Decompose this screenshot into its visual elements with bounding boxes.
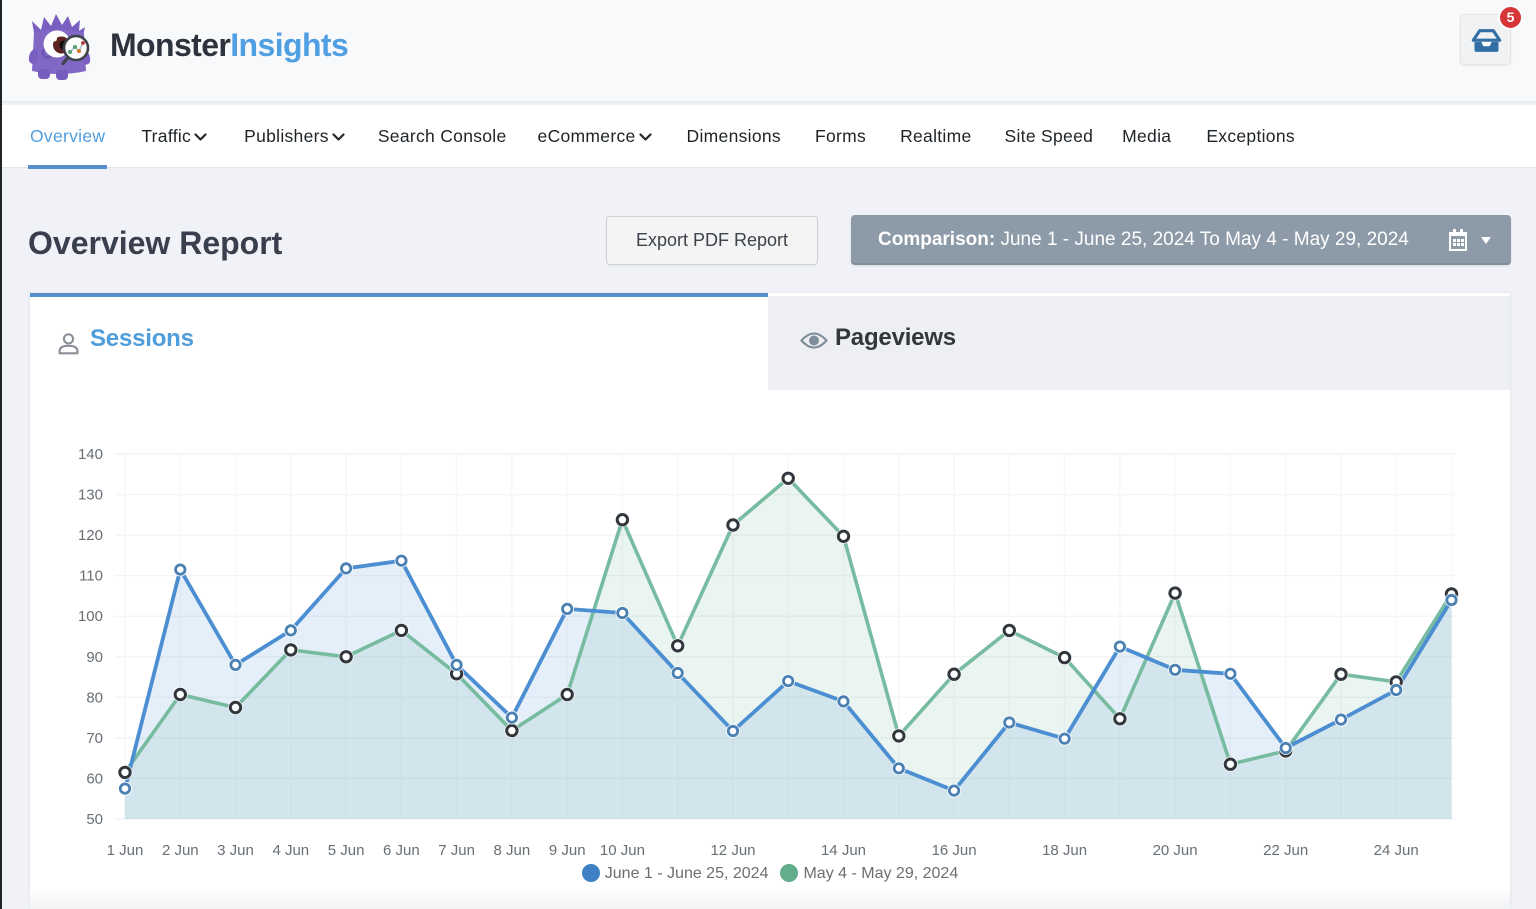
svg-text:2 Jun: 2 Jun — [162, 842, 199, 859]
svg-text:60: 60 — [86, 770, 103, 787]
svg-text:16 Jun: 16 Jun — [932, 842, 977, 859]
svg-text:3 Jun: 3 Jun — [217, 842, 254, 859]
svg-text:20 Jun: 20 Jun — [1153, 842, 1198, 859]
svg-text:22 Jun: 22 Jun — [1263, 842, 1308, 859]
svg-text:80: 80 — [86, 689, 103, 706]
svg-text:18 Jun: 18 Jun — [1042, 842, 1087, 859]
svg-text:7 Jun: 7 Jun — [438, 842, 475, 859]
svg-text:100: 100 — [78, 608, 103, 625]
svg-text:6 Jun: 6 Jun — [383, 842, 420, 859]
svg-text:50: 50 — [86, 811, 103, 828]
svg-text:70: 70 — [86, 730, 103, 747]
svg-text:12 Jun: 12 Jun — [710, 842, 755, 859]
svg-text:5 Jun: 5 Jun — [328, 842, 365, 859]
svg-text:140: 140 — [78, 446, 103, 463]
svg-text:130: 130 — [78, 487, 103, 504]
svg-text:14 Jun: 14 Jun — [821, 842, 866, 859]
svg-text:10 Jun: 10 Jun — [600, 842, 645, 859]
svg-text:90: 90 — [86, 649, 103, 666]
svg-text:4 Jun: 4 Jun — [272, 842, 309, 859]
svg-text:8 Jun: 8 Jun — [494, 842, 531, 859]
svg-text:24 Jun: 24 Jun — [1374, 842, 1419, 859]
svg-text:110: 110 — [79, 568, 103, 585]
svg-text:9 Jun: 9 Jun — [549, 842, 586, 859]
svg-text:120: 120 — [78, 527, 103, 544]
svg-text:1 Jun: 1 Jun — [107, 842, 144, 859]
